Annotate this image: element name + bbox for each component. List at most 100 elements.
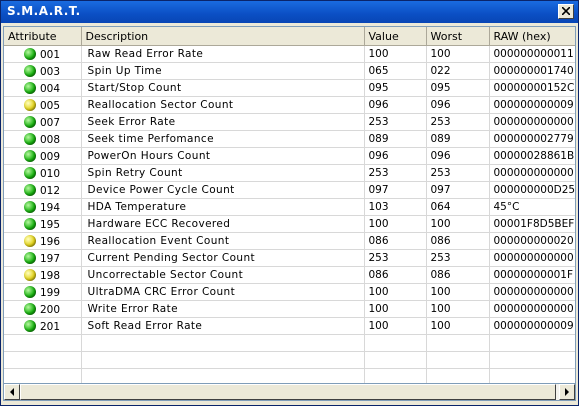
worst-cell: 095 (426, 79, 490, 97)
description-cell: Start/Stop Count (81, 79, 365, 97)
worst-cell: 089 (426, 130, 490, 148)
table-row[interactable]: 012 Device Power Cycle Count 097 097 0000000… (4, 181, 575, 199)
empty-cell (426, 351, 490, 369)
empty-row (4, 351, 575, 369)
worst-cell: 253 (426, 164, 490, 182)
table-row[interactable]: 007 Seek Error Rate 253 253 000000000000 (4, 113, 575, 131)
table-row[interactable]: 009 PowerOn Hours Count 096 096 00000028861B (4, 147, 575, 165)
attribute-id: 200 (40, 303, 61, 316)
description-cell: HDA Temperature (81, 198, 365, 216)
raw-cell: 000000000000 (489, 249, 575, 267)
empty-cell (364, 351, 427, 369)
attribute-id: 010 (40, 167, 61, 180)
scroll-left-button[interactable] (4, 384, 20, 400)
attribute-id: 198 (40, 269, 61, 282)
horizontal-scrollbar[interactable] (3, 384, 576, 401)
attribute-id: 196 (40, 235, 61, 248)
worst-cell: 100 (426, 283, 490, 301)
attribute-cell: 199 (4, 283, 82, 301)
value-cell: 253 (364, 249, 427, 267)
description-cell: Uncorrectable Sector Count (81, 266, 365, 284)
raw-cell: 00000028861B (489, 147, 575, 165)
description-cell: Reallocation Event Count (81, 232, 365, 250)
raw-cell: 00000000001F (489, 266, 575, 284)
status-green-icon (24, 302, 36, 315)
smart-window: S.M.A.R.T. Attribute Description Value W… (0, 0, 579, 406)
attribute-id: 201 (40, 320, 61, 333)
value-cell: 096 (364, 96, 427, 114)
raw-cell: 45°C (489, 198, 575, 216)
title-bar[interactable]: S.M.A.R.T. (1, 1, 578, 23)
table-row[interactable]: 199 UltraDMA CRC Error Count 100 100 0000000… (4, 283, 575, 301)
table-row[interactable]: 195 Hardware ECC Recovered 100 100 00001F8D5… (4, 215, 575, 233)
table-row[interactable]: 198 Uncorrectable Sector Count 086 086 00000… (4, 266, 575, 284)
attribute-cell: 196 (4, 232, 82, 250)
value-cell: 065 (364, 62, 427, 80)
worst-cell: 086 (426, 232, 490, 250)
attribute-id: 009 (40, 150, 61, 163)
description-cell: Device Power Cycle Count (81, 181, 365, 199)
scroll-right-button[interactable] (559, 384, 575, 400)
table-row[interactable]: 196 Reallocation Event Count 086 086 0000000… (4, 232, 575, 250)
empty-cell (81, 351, 365, 369)
table-row[interactable]: 005 Reallocation Sector Count 096 096 000000… (4, 96, 575, 114)
scrollbar-track[interactable] (20, 384, 559, 400)
worst-cell: 097 (426, 181, 490, 199)
table-row[interactable]: 008 Seek time Perfomance 089 089 00000000277… (4, 130, 575, 148)
table-row[interactable]: 194 HDA Temperature 103 064 45°C (4, 198, 575, 216)
column-header-raw[interactable]: RAW (hex) (489, 27, 575, 46)
raw-cell: 000000001740 (489, 62, 575, 80)
table-row[interactable]: 200 Write Error Rate 100 100 000000000000 (4, 300, 575, 318)
attribute-cell: 009 (4, 147, 82, 165)
status-yellow-icon (24, 268, 36, 281)
table-row[interactable]: 003 Spin Up Time 065 022 000000001740 (4, 62, 575, 80)
description-cell: Raw Read Error Rate (81, 45, 365, 63)
raw-cell: 00000000152C (489, 79, 575, 97)
column-header-worst[interactable]: Worst (426, 27, 490, 46)
attribute-id: 005 (40, 99, 61, 112)
worst-cell: 100 (426, 45, 490, 63)
table-row[interactable]: 010 Spin Retry Count 253 253 000000000000 (4, 164, 575, 182)
raw-cell: 000000000000 (489, 113, 575, 131)
attribute-id: 008 (40, 133, 61, 146)
column-header-description[interactable]: Description (81, 27, 365, 46)
attribute-id: 012 (40, 184, 61, 197)
attribute-cell: 008 (4, 130, 82, 148)
raw-cell: 000000000020 (489, 232, 575, 250)
column-header-value[interactable]: Value (364, 27, 427, 46)
status-green-icon (24, 132, 36, 145)
empty-cell (489, 334, 575, 352)
status-green-icon (24, 183, 36, 196)
description-cell: Hardware ECC Recovered (81, 215, 365, 233)
attribute-id: 199 (40, 286, 61, 299)
attribute-cell: 200 (4, 300, 82, 318)
header-row: Attribute Description Value Worst RAW (h… (4, 27, 575, 46)
status-green-icon (24, 166, 36, 179)
empty-cell (426, 368, 490, 383)
status-green-icon (24, 115, 36, 128)
close-icon (562, 7, 570, 15)
close-button[interactable] (558, 4, 574, 19)
raw-cell: 000000002779 (489, 130, 575, 148)
attribute-cell: 195 (4, 215, 82, 233)
empty-cell (364, 334, 427, 352)
empty-cell (489, 368, 575, 383)
attribute-cell: 005 (4, 96, 82, 114)
empty-cell (364, 368, 427, 383)
raw-cell: 000000000009 (489, 96, 575, 114)
smart-attribute-list[interactable]: Attribute Description Value Worst RAW (h… (3, 26, 576, 384)
attribute-id: 003 (40, 65, 61, 78)
table-row[interactable]: 001 Raw Read Error Rate 100 100 000000000011 (4, 45, 575, 63)
column-header-attribute[interactable]: Attribute (4, 27, 82, 46)
scrollbar-thumb[interactable] (20, 384, 557, 400)
status-green-icon (24, 285, 36, 298)
table-row[interactable]: 004 Start/Stop Count 095 095 00000000152C (4, 79, 575, 97)
attribute-id: 007 (40, 116, 61, 129)
table-row[interactable]: 201 Soft Read Error Rate 100 100 00000000000… (4, 317, 575, 335)
table-row[interactable]: 197 Current Pending Sector Count 253 253 000… (4, 249, 575, 267)
value-cell: 095 (364, 79, 427, 97)
raw-cell: 000000000D25 (489, 181, 575, 199)
description-cell: PowerOn Hours Count (81, 147, 365, 165)
value-cell: 096 (364, 147, 427, 165)
raw-cell: 000000000000 (489, 164, 575, 182)
